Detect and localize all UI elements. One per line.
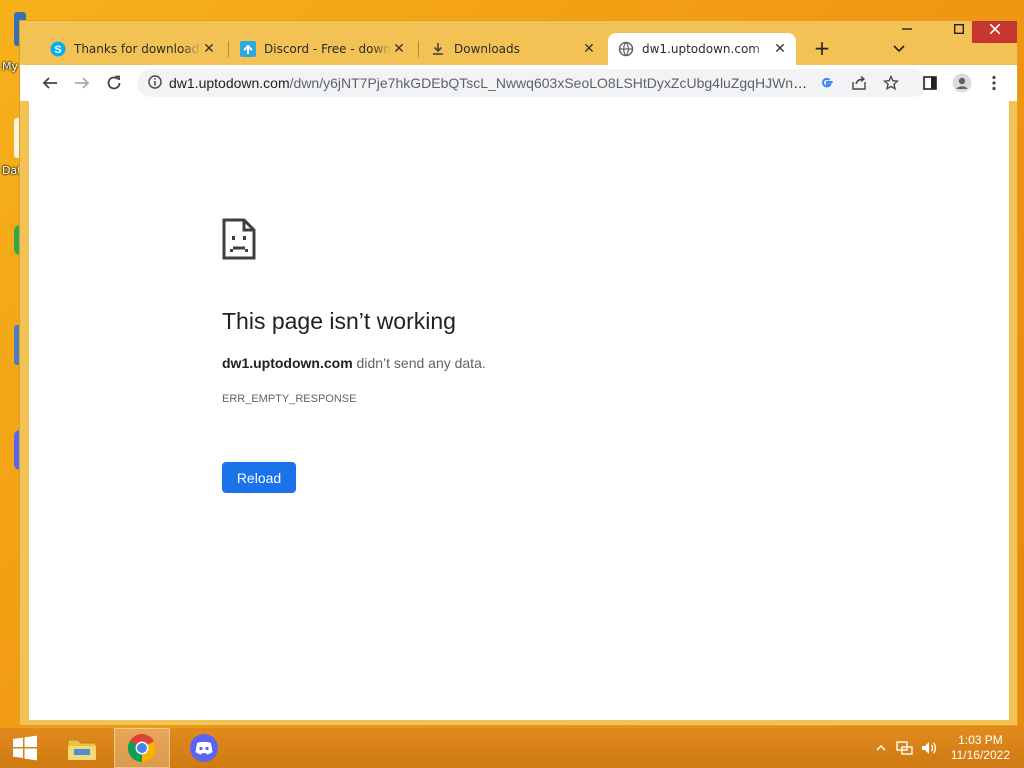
chrome-icon[interactable]: [114, 728, 170, 768]
discord-icon[interactable]: [176, 728, 232, 768]
url-path: /dwn/y6jNT7Pje7hkGDEbQTscL_Nwwq603xSeoLO…: [289, 75, 809, 91]
sad-page-icon: [222, 218, 256, 264]
profile-avatar-icon[interactable]: [948, 69, 976, 97]
back-arrow-icon[interactable]: [36, 69, 64, 97]
tab-separator: [228, 41, 229, 57]
share-icon[interactable]: [847, 71, 871, 95]
error-code[interactable]: ERR_EMPTY_RESPONSE: [222, 393, 356, 405]
network-icon[interactable]: [896, 728, 914, 768]
tab-title: Downloads: [454, 42, 520, 56]
tab-close-icon[interactable]: ✕: [581, 41, 597, 57]
new-tab-plus-icon[interactable]: +: [808, 35, 836, 63]
minimize-icon[interactable]: [892, 21, 922, 43]
tab-title: dw1.uptodown.com: [642, 42, 760, 56]
maximize-icon[interactable]: [944, 21, 974, 43]
error-description: dw1.uptodown.com didn’t send any data.: [222, 355, 486, 371]
page-content: This page isn’t working dw1.uptodown.com…: [29, 101, 1009, 720]
svg-text:S: S: [54, 44, 61, 56]
desktop-icon-label: My: [2, 60, 19, 73]
url-host: dw1.uptodown.com: [169, 75, 290, 91]
menu-kebab-icon[interactable]: [980, 69, 1008, 97]
download-icon: [430, 41, 446, 57]
error-host: dw1.uptodown.com: [222, 355, 353, 371]
clock-time: 1:03 PM: [958, 733, 1003, 747]
tab-separator: [418, 41, 419, 57]
error-title: This page isn’t working: [222, 308, 456, 334]
tab-downloads[interactable]: Downloads ✕: [420, 33, 605, 65]
error-message: didn’t send any data.: [352, 355, 486, 371]
tab-title: Thanks for downloading: [74, 42, 201, 56]
windows-start-icon[interactable]: [0, 728, 50, 768]
bookmark-star-icon[interactable]: [879, 71, 903, 95]
clock-date: 11/16/2022: [950, 748, 1010, 762]
tab-close-icon[interactable]: ✕: [201, 41, 217, 57]
tab-thanks-for-downloading[interactable]: S Thanks for downloading ✕: [40, 33, 225, 65]
show-hidden-icons-chevron-icon[interactable]: [876, 728, 886, 768]
tab-close-icon[interactable]: ✕: [772, 41, 788, 57]
skype-icon: S: [50, 41, 66, 57]
tab-strip: S Thanks for downloading ✕ Discord - Fre…: [20, 21, 1017, 65]
tab-dw1-uptodown[interactable]: dw1.uptodown.com ✕: [608, 33, 796, 65]
browser-toolbar: dw1.uptodown.com/dwn/y6jNT7Pje7hkGDEbQTs…: [20, 65, 1017, 101]
side-panel-icon[interactable]: [916, 69, 944, 97]
uptodown-icon: [240, 41, 256, 57]
globe-icon: [618, 41, 634, 57]
forward-arrow-icon[interactable]: [68, 69, 96, 97]
reload-icon[interactable]: [100, 69, 128, 97]
volume-icon[interactable]: [920, 728, 938, 768]
taskbar: 1:03 PM 11/16/2022: [0, 728, 1024, 768]
close-window-icon[interactable]: [972, 21, 1017, 43]
file-explorer-icon[interactable]: [54, 728, 110, 768]
tab-close-icon[interactable]: ✕: [391, 41, 407, 57]
browser-window: S Thanks for downloading ✕ Discord - Fre…: [19, 20, 1018, 726]
address-bar[interactable]: dw1.uptodown.com/dwn/y6jNT7Pje7hkGDEbQTs…: [137, 69, 927, 97]
tab-title: Discord - Free - download: [264, 42, 391, 56]
system-clock[interactable]: 1:03 PM 11/16/2022: [951, 733, 1010, 763]
reload-button[interactable]: Reload: [222, 462, 296, 493]
tab-discord-download[interactable]: Discord - Free - download ✕: [230, 33, 415, 65]
google-lens-icon[interactable]: [815, 71, 839, 95]
url-text[interactable]: dw1.uptodown.com/dwn/y6jNT7Pje7hkGDEbQTs…: [169, 75, 809, 91]
site-info-icon[interactable]: [141, 74, 169, 93]
